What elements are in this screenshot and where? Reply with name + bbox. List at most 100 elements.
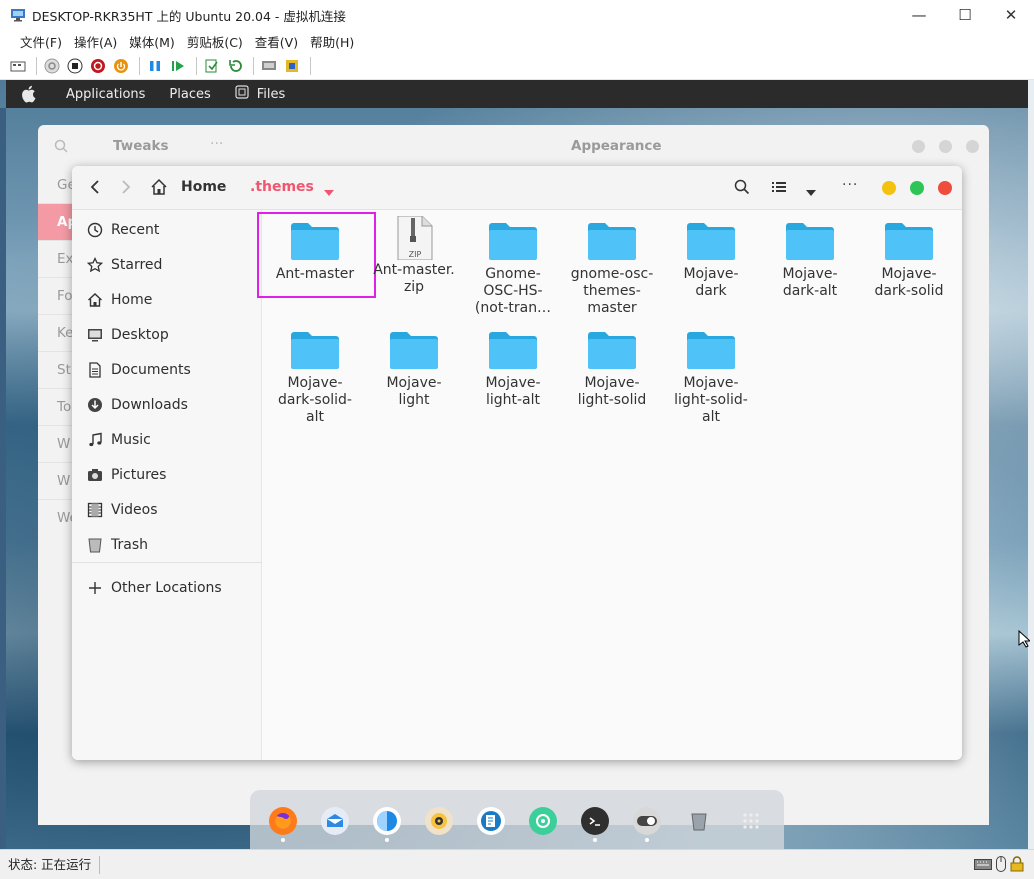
maximize-button[interactable]: ☐ <box>942 0 988 30</box>
forward-arrow-icon[interactable] <box>119 178 133 200</box>
trash-icon[interactable] <box>685 807 713 835</box>
sidebar-item-other-locations[interactable]: Other Locations <box>86 578 222 598</box>
folder-item-mojave-dark-alt[interactable]: Mojave-dark-alt <box>765 220 855 300</box>
folder-item-gnome-osc-hs[interactable]: Gnome- OSC-HS- (not-tran… <box>468 220 558 317</box>
folder-item-ant-master[interactable]: Ant-master <box>257 212 376 298</box>
folder-icon <box>687 332 735 369</box>
music-icon <box>86 432 103 449</box>
firefox-icon[interactable] <box>269 807 297 835</box>
zip-badge: ZIP <box>409 250 422 259</box>
sidebar-item-music[interactable]: Music <box>86 430 151 450</box>
ctrl-alt-del-icon[interactable] <box>8 56 28 76</box>
sidebar-item-recent[interactable]: Recent <box>86 220 159 240</box>
download-icon <box>86 397 103 414</box>
menu-media[interactable]: 媒体(M) <box>129 32 175 51</box>
app-grid-icon[interactable] <box>737 807 765 835</box>
folder-item-mojave-light-alt[interactable]: Mojave-light-alt <box>468 329 558 409</box>
view-options-chevron-icon[interactable] <box>806 185 816 200</box>
sidebar-item-label: Downloads <box>111 397 188 413</box>
folder-item-mojave-dark[interactable]: Mojave-dark <box>666 220 756 300</box>
sidebar-item-label: Recent <box>111 222 160 238</box>
sidebar-item-downloads[interactable]: Downloads <box>86 395 188 415</box>
close-button[interactable] <box>938 181 952 195</box>
back-arrow-icon[interactable] <box>88 178 102 200</box>
file-name: Mojave-light-solid <box>577 375 647 408</box>
path-bar-home[interactable]: Home <box>181 179 226 195</box>
terminal-icon[interactable] <box>581 807 609 835</box>
menu-action[interactable]: 操作(A) <box>74 32 117 51</box>
apple-logo-icon[interactable] <box>20 85 50 103</box>
host-titlebar: DESKTOP-RKR35HT 上的 Ubuntu 20.04 - 虚拟机连接 … <box>0 0 1034 30</box>
turn-off-icon[interactable] <box>88 56 108 76</box>
more-options-icon[interactable]: ··· <box>842 177 858 193</box>
folder-icon <box>291 223 339 260</box>
tweaks-close-button[interactable] <box>966 140 979 153</box>
home-icon <box>86 292 103 309</box>
menu-clipboard[interactable]: 剪贴板(C) <box>187 32 243 51</box>
enhanced-session-icon[interactable] <box>259 56 279 76</box>
resume-icon[interactable] <box>168 56 188 76</box>
folder-item-mojave-light-solid[interactable]: Mojave-light-solid <box>567 329 657 409</box>
applications-menu[interactable]: Applications <box>66 87 145 102</box>
sidebar-item-starred[interactable]: Starred <box>86 255 162 275</box>
tweaks-header: Tweaks ··· Appearance <box>38 125 989 167</box>
places-menu[interactable]: Places <box>169 87 210 102</box>
settings-icon[interactable] <box>529 807 557 835</box>
folder-item-mojave-light[interactable]: Mojave-light <box>369 329 459 409</box>
folder-item-gnome-osc-themes-master[interactable]: gnome-osc-themes-master <box>567 220 657 317</box>
sidebar-item-home[interactable]: Home <box>86 290 152 310</box>
file-item-ant-master-zip[interactable]: ZIP Ant-master. zip <box>369 216 459 296</box>
path-dropdown-icon[interactable] <box>324 185 334 200</box>
sidebar-item-trash[interactable]: Trash <box>86 535 148 555</box>
sidebar-item-videos[interactable]: Videos <box>86 500 158 520</box>
file-name: Mojave-dark-alt <box>782 266 838 299</box>
close-button[interactable]: ✕ <box>988 0 1034 30</box>
clock-icon <box>86 222 103 239</box>
pause-icon[interactable] <box>145 56 165 76</box>
maximize-button[interactable] <box>910 181 924 195</box>
menu-view[interactable]: 查看(V) <box>255 32 298 51</box>
file-name: Mojave-dark-solid-alt <box>278 375 352 425</box>
files-app-menu[interactable]: Files <box>257 87 286 102</box>
document-icon <box>86 362 103 379</box>
rhythmbox-icon[interactable] <box>425 807 453 835</box>
list-view-icon[interactable] <box>772 180 788 198</box>
tweaks-maximize-button[interactable] <box>939 140 952 153</box>
folder-icon <box>489 223 537 260</box>
mail-icon[interactable] <box>321 807 349 835</box>
folder-item-mojave-dark-solid[interactable]: Mojave-dark-solid <box>864 220 954 300</box>
sidebar-item-label: Starred <box>111 257 163 273</box>
finder-icon[interactable] <box>373 807 401 835</box>
shutdown-icon[interactable] <box>111 56 131 76</box>
files-app-icon <box>235 85 249 103</box>
file-name: Ant-master. zip <box>373 262 455 295</box>
search-icon[interactable] <box>734 179 750 199</box>
sidebar-item-desktop[interactable]: Desktop <box>86 325 169 345</box>
file-name: Mojave-dark-solid <box>874 266 944 299</box>
file-name: Mojave-light-alt <box>485 375 541 408</box>
sidebar-item-pictures[interactable]: Pictures <box>86 465 166 485</box>
sidebar-item-documents[interactable]: Documents <box>86 360 191 380</box>
path-bar-current[interactable]: .themes <box>250 179 314 195</box>
minimize-button[interactable]: — <box>896 0 942 30</box>
folder-item-mojave-light-solid-alt[interactable]: Mojave-light-solid-alt <box>666 329 756 426</box>
text-editor-icon[interactable] <box>477 807 505 835</box>
tweaks-minimize-button[interactable] <box>912 140 925 153</box>
tweaks-menu-icon[interactable]: ··· <box>210 136 223 152</box>
home-icon[interactable] <box>150 178 168 200</box>
start-icon[interactable] <box>42 56 62 76</box>
files-sidebar: Recent Starred Home Desktop Documents Do… <box>72 210 262 760</box>
checkpoint-icon[interactable] <box>202 56 222 76</box>
menu-file[interactable]: 文件(F) <box>20 32 62 51</box>
share-icon[interactable] <box>282 56 302 76</box>
sidebar-divider <box>72 562 262 563</box>
revert-icon[interactable] <box>225 56 245 76</box>
sidebar-item-label: Music <box>111 432 151 448</box>
menu-help[interactable]: 帮助(H) <box>310 32 354 51</box>
tweaks-icon[interactable] <box>633 807 661 835</box>
stop-icon[interactable] <box>65 56 85 76</box>
mouse-icon <box>996 856 1006 876</box>
minimize-button[interactable] <box>882 181 896 195</box>
search-icon[interactable] <box>54 139 68 157</box>
folder-item-mojave-dark-solid-alt[interactable]: Mojave-dark-solid-alt <box>270 329 360 426</box>
